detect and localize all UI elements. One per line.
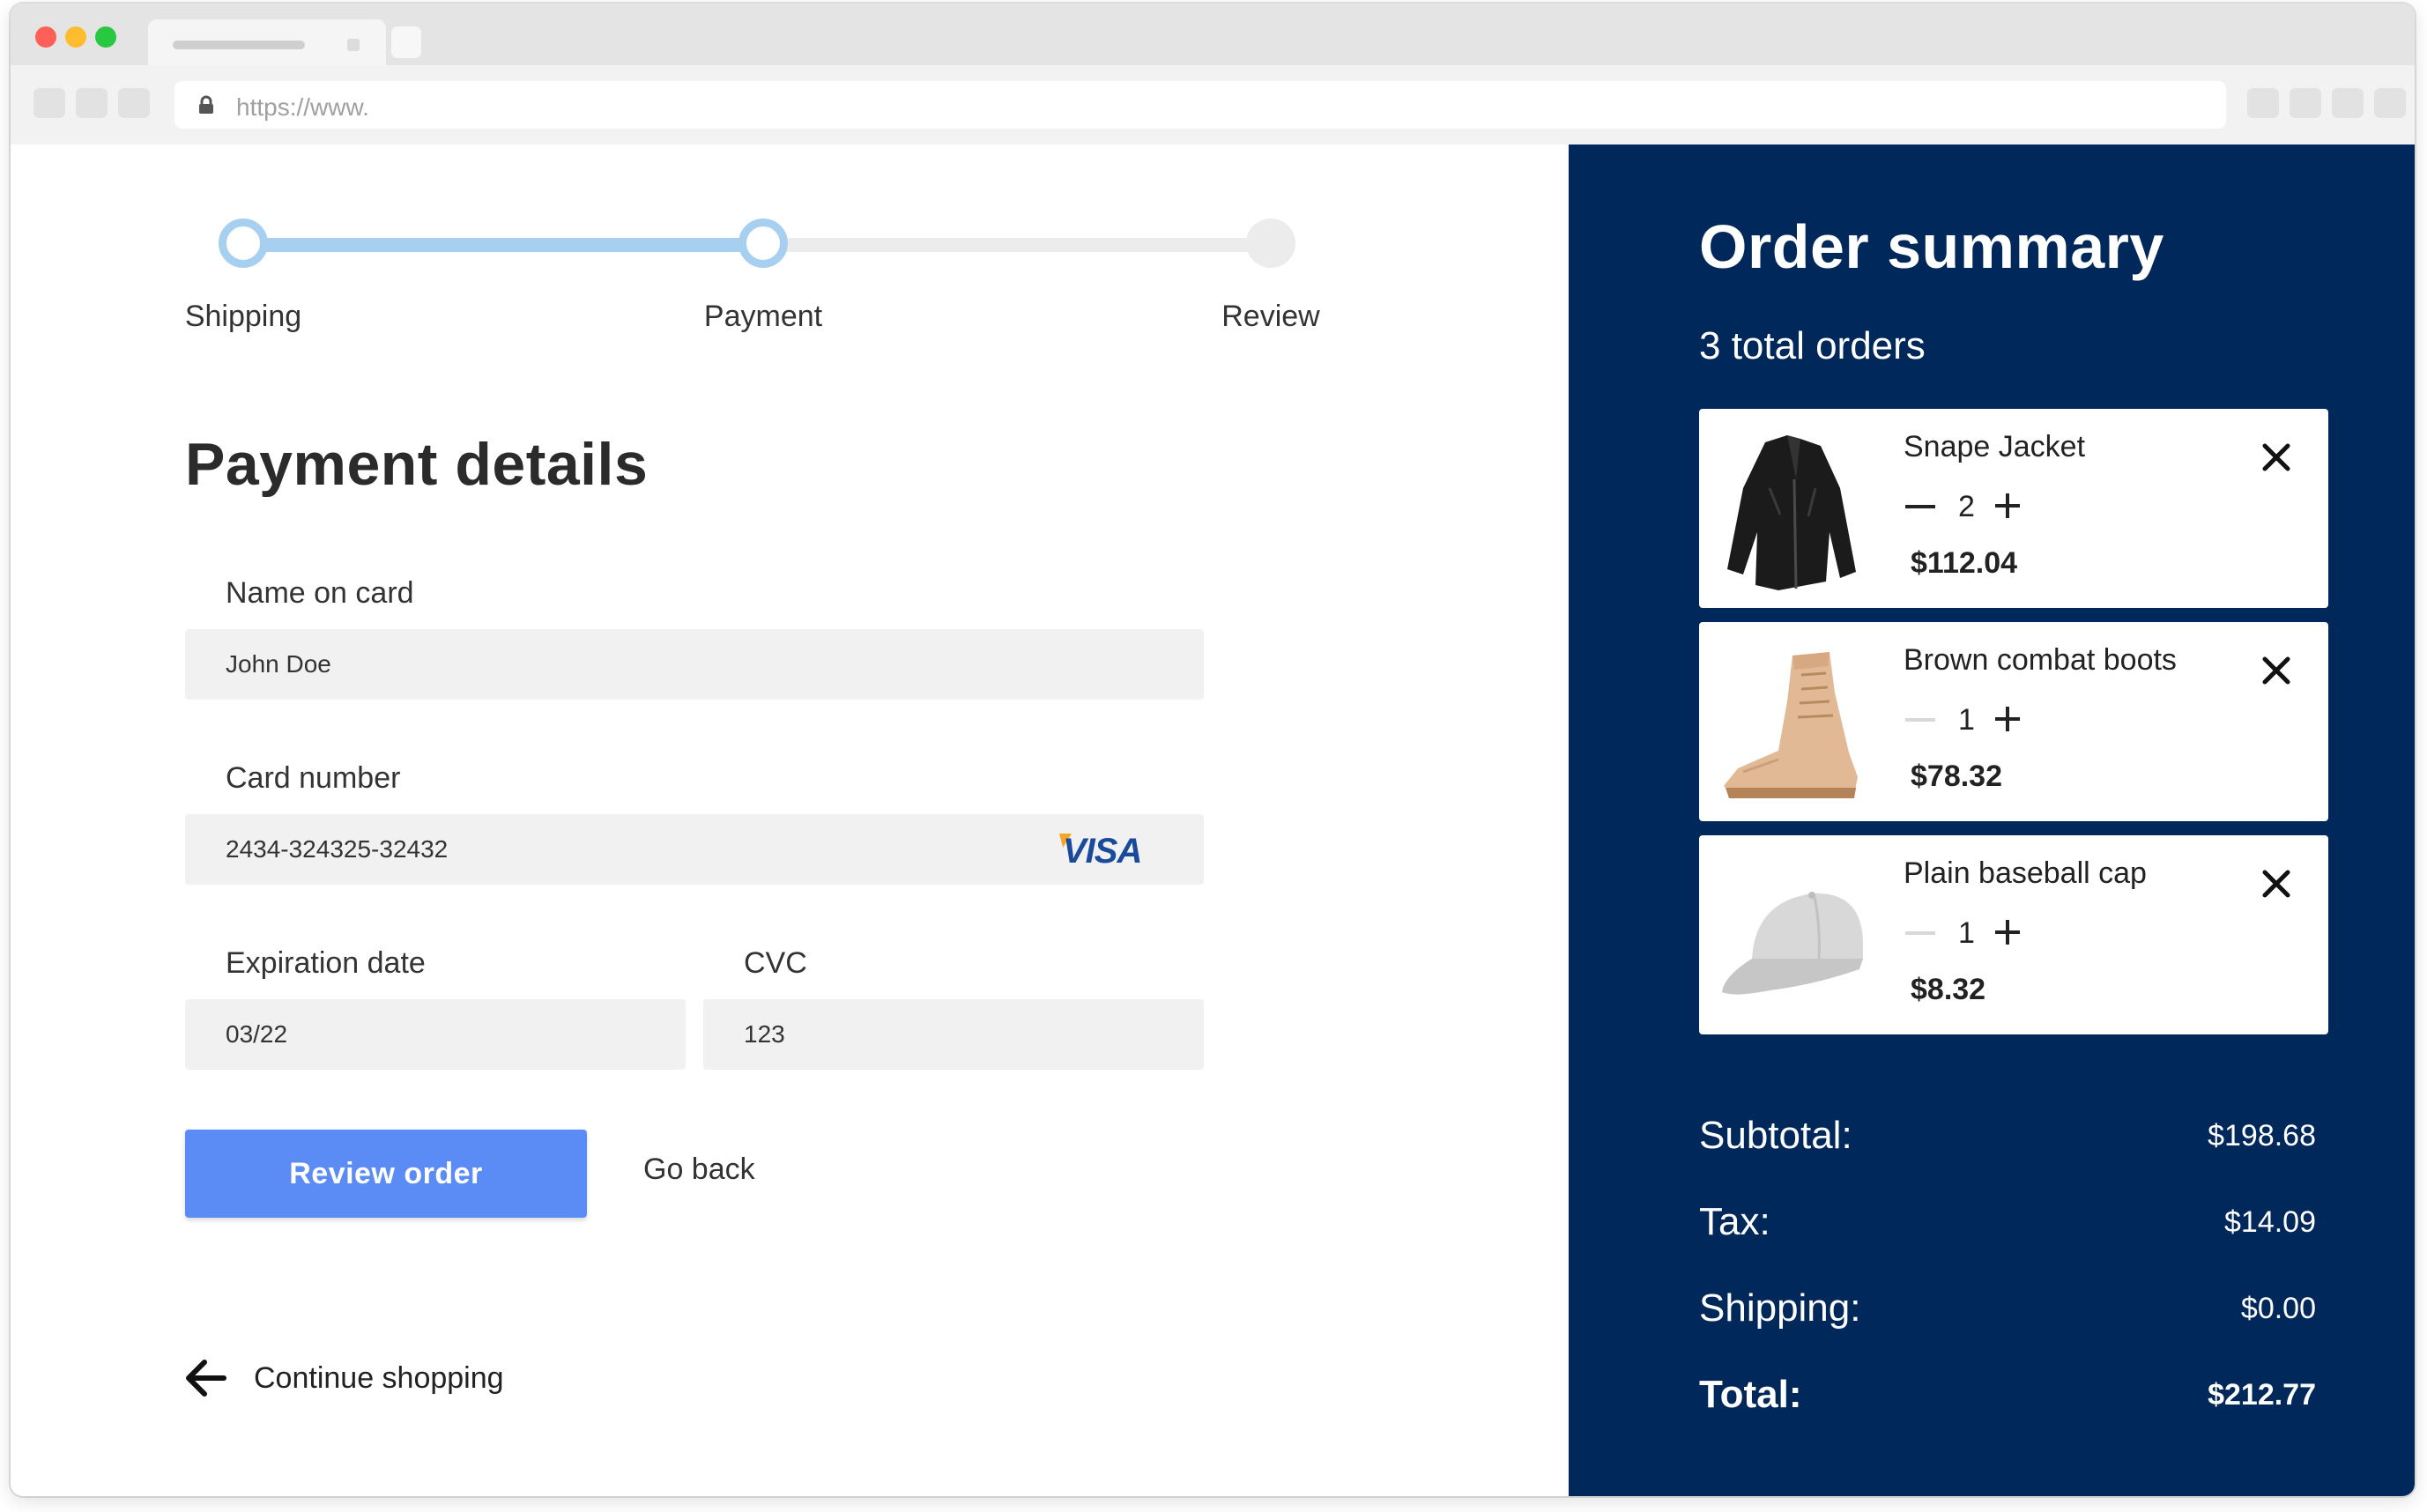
checkout-stepper: Shipping Payment Review bbox=[11, 145, 1562, 347]
increase-quantity-button[interactable] bbox=[1992, 703, 2023, 735]
card-number-label: Card number bbox=[226, 761, 401, 795]
back-button[interactable] bbox=[33, 88, 65, 118]
tab-title-placeholder bbox=[173, 41, 305, 49]
maximize-window-button[interactable] bbox=[95, 26, 116, 48]
remove-item-icon[interactable] bbox=[2254, 862, 2298, 906]
subtotal-value: $198.68 bbox=[2208, 1119, 2316, 1153]
decrease-quantity-button[interactable] bbox=[1904, 707, 1939, 733]
name-on-card-input[interactable] bbox=[185, 629, 1204, 700]
go-back-button[interactable]: Go back bbox=[643, 1153, 755, 1187]
minimize-window-button[interactable] bbox=[65, 26, 86, 48]
increase-quantity-button[interactable] bbox=[1992, 490, 2023, 522]
review-order-button[interactable]: Review order bbox=[185, 1130, 587, 1218]
tax-value: $14.09 bbox=[2224, 1205, 2316, 1239]
item-price: $78.32 bbox=[1911, 760, 2002, 793]
name-on-card-label: Name on card bbox=[226, 576, 414, 610]
stepper-track-pending bbox=[763, 238, 1271, 252]
baseball-cap-image bbox=[1722, 892, 1863, 995]
continue-shopping-label: Continue shopping bbox=[254, 1360, 504, 1395]
shipping-row: Shipping: $0.00 bbox=[1699, 1286, 2316, 1339]
total-label: Total: bbox=[1699, 1373, 1802, 1416]
remove-item-icon[interactable] bbox=[2254, 435, 2298, 479]
arrow-left-icon bbox=[186, 1360, 226, 1397]
browser-tab[interactable] bbox=[148, 19, 386, 65]
cart-item: Snape Jacket 2 $112.04 bbox=[1699, 409, 2328, 608]
forward-button[interactable] bbox=[76, 88, 108, 118]
page-title: Payment details bbox=[185, 431, 649, 498]
cvc-input[interactable] bbox=[703, 999, 1204, 1070]
leather-jacket-image bbox=[1727, 435, 1856, 590]
cart-item: Brown combat boots 1 $78.32 bbox=[1699, 622, 2328, 821]
reload-button[interactable] bbox=[118, 88, 150, 118]
quantity-value: 2 bbox=[1958, 490, 1975, 523]
address-bar[interactable]: https://www. bbox=[174, 81, 2226, 129]
card-number-input[interactable] bbox=[185, 814, 1204, 885]
lock-icon bbox=[199, 95, 213, 114]
quantity-value: 1 bbox=[1958, 703, 1975, 737]
continue-shopping-link[interactable]: Continue shopping bbox=[183, 1353, 504, 1403]
quantity-stepper: 1 bbox=[1904, 911, 2027, 955]
total-value: $212.77 bbox=[2208, 1378, 2316, 1412]
item-name: Plain baseball cap bbox=[1904, 856, 2147, 890]
order-summary-title: Order summary bbox=[1699, 212, 2164, 281]
decrease-quantity-button[interactable] bbox=[1904, 493, 1939, 520]
new-tab-button[interactable] bbox=[391, 26, 421, 58]
step-dot-review bbox=[1246, 219, 1295, 268]
cart-item: Plain baseball cap 1 $8.32 bbox=[1699, 835, 2328, 1034]
url-text: https://www. bbox=[236, 93, 369, 121]
item-name: Snape Jacket bbox=[1904, 430, 2086, 463]
combat-boots-image bbox=[1724, 652, 1858, 798]
shipping-value: $0.00 bbox=[2240, 1292, 2316, 1325]
subtotal-row: Subtotal: $198.68 bbox=[1699, 1114, 2316, 1167]
quantity-value: 1 bbox=[1958, 916, 1975, 950]
item-price: $8.32 bbox=[1911, 973, 1986, 1006]
increase-quantity-button[interactable] bbox=[1992, 916, 2023, 948]
stepper-track-complete bbox=[243, 238, 763, 252]
extension-button[interactable] bbox=[2332, 88, 2364, 118]
shipping-label: Shipping: bbox=[1699, 1286, 1861, 1330]
remove-item-icon[interactable] bbox=[2254, 649, 2298, 693]
tax-label: Tax: bbox=[1699, 1200, 1770, 1243]
checkout-page: Shipping Payment Review Payment details … bbox=[11, 145, 2415, 1496]
visa-logo-icon: VISA bbox=[1063, 832, 1142, 871]
step-label-shipping[interactable]: Shipping bbox=[185, 300, 301, 334]
step-dot-shipping[interactable] bbox=[219, 219, 268, 268]
cvc-label: CVC bbox=[744, 946, 807, 980]
browser-titlebar bbox=[11, 4, 2415, 65]
menu-button[interactable] bbox=[2374, 88, 2406, 118]
quantity-stepper: 1 bbox=[1904, 698, 2027, 742]
total-row: Total: $212.77 bbox=[1699, 1373, 2316, 1426]
item-name: Brown combat boots bbox=[1904, 643, 2177, 677]
close-window-button[interactable] bbox=[35, 26, 56, 48]
extension-button[interactable] bbox=[2247, 88, 2279, 118]
browser-window: https://www. Shipping Payment Review Pay… bbox=[11, 4, 2415, 1496]
subtotal-label: Subtotal: bbox=[1699, 1114, 1852, 1157]
extension-button[interactable] bbox=[2290, 88, 2321, 118]
browser-toolbar: https://www. bbox=[11, 65, 2415, 145]
step-dot-payment[interactable] bbox=[738, 219, 788, 268]
step-label-payment[interactable]: Payment bbox=[704, 300, 822, 334]
expiration-date-label: Expiration date bbox=[226, 946, 426, 980]
item-price: $112.04 bbox=[1911, 546, 2018, 580]
decrease-quantity-button[interactable] bbox=[1904, 920, 1939, 946]
expiration-date-input[interactable] bbox=[185, 999, 686, 1070]
tab-close-icon[interactable] bbox=[347, 39, 360, 51]
order-count: 3 total orders bbox=[1699, 324, 1926, 367]
quantity-stepper: 2 bbox=[1904, 485, 2027, 529]
step-label-review: Review bbox=[1221, 300, 1320, 333]
order-summary-panel: Order summary 3 total orders Snape Jacke… bbox=[1569, 145, 2415, 1496]
tax-row: Tax: $14.09 bbox=[1699, 1200, 2316, 1253]
